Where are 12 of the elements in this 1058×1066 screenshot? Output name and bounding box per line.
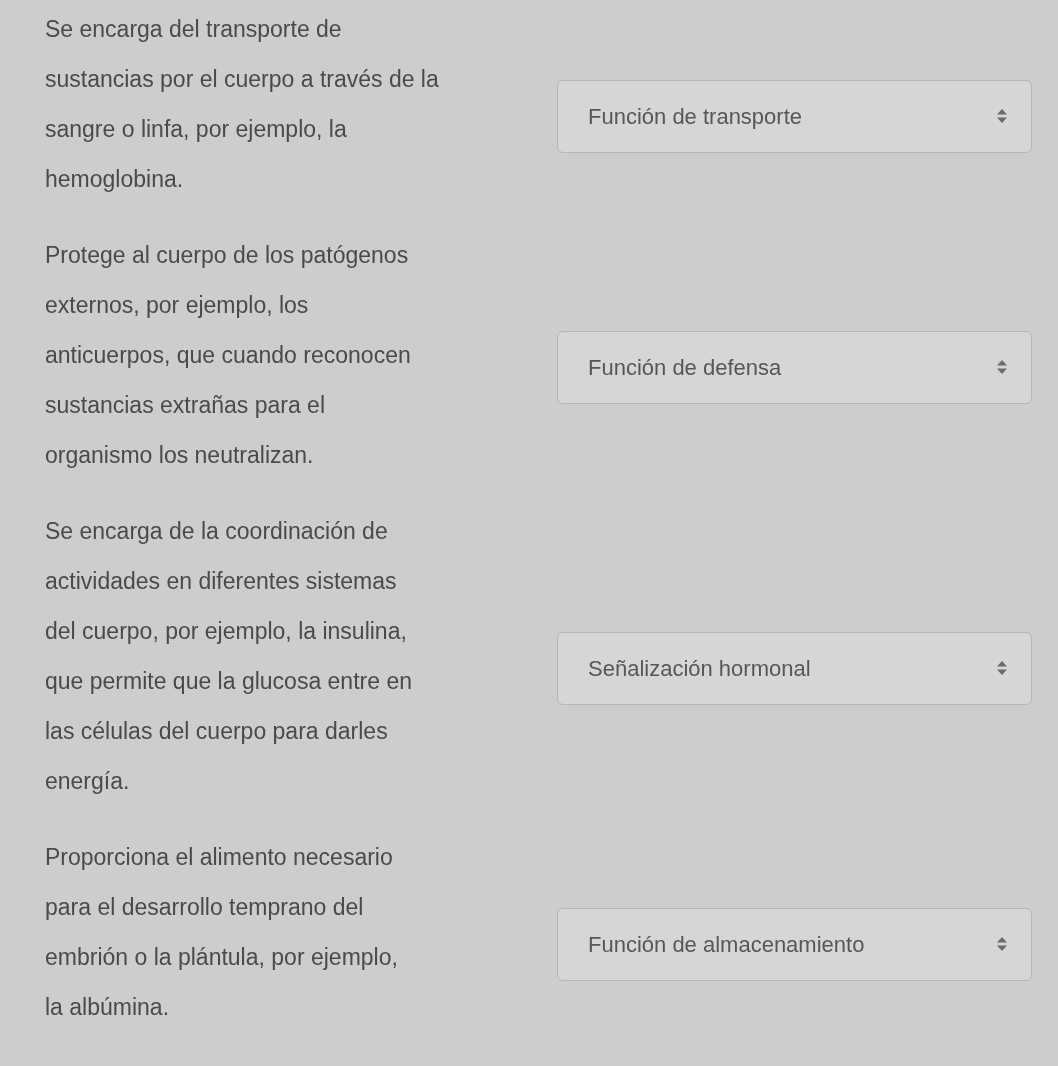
up-down-caret-icon (997, 109, 1007, 123)
up-down-caret-icon (997, 661, 1007, 675)
question-description: Protege al cuerpo de los patógenos externos, por ejemplo, los anticuerpos, que cuando reconocen sustancias extrañas para el organismo los neutralizan. (44, 241, 412, 470)
question-description: Se encarga del transporte de sustancias por el cuerpo a través de la sangre o linfa, por ejemplo, la hemoglobina. (44, 15, 440, 194)
answer-dropdown[interactable]: Señalización hormonal (557, 631, 1032, 705)
answer-dropdown[interactable]: Función de almacenamiento (557, 907, 1032, 981)
answer-dropdown[interactable]: Función de transporte (557, 79, 1032, 153)
question-description: Proporciona el alimento necesario para el desarrollo temprano del embrión o la plántula, por ejemplo, la albúmina. (44, 843, 399, 1022)
up-down-caret-icon (997, 360, 1007, 374)
answer-dropdown[interactable]: Función de defensa (557, 330, 1032, 404)
up-down-caret-icon (997, 937, 1007, 951)
question-description: Se encarga de la coordinación de actividades en diferentes sistemas del cuerpo, por ejemplo, la insulina, que permite que la glucosa entre en las células del cuerpo para darles energía. (44, 517, 413, 796)
